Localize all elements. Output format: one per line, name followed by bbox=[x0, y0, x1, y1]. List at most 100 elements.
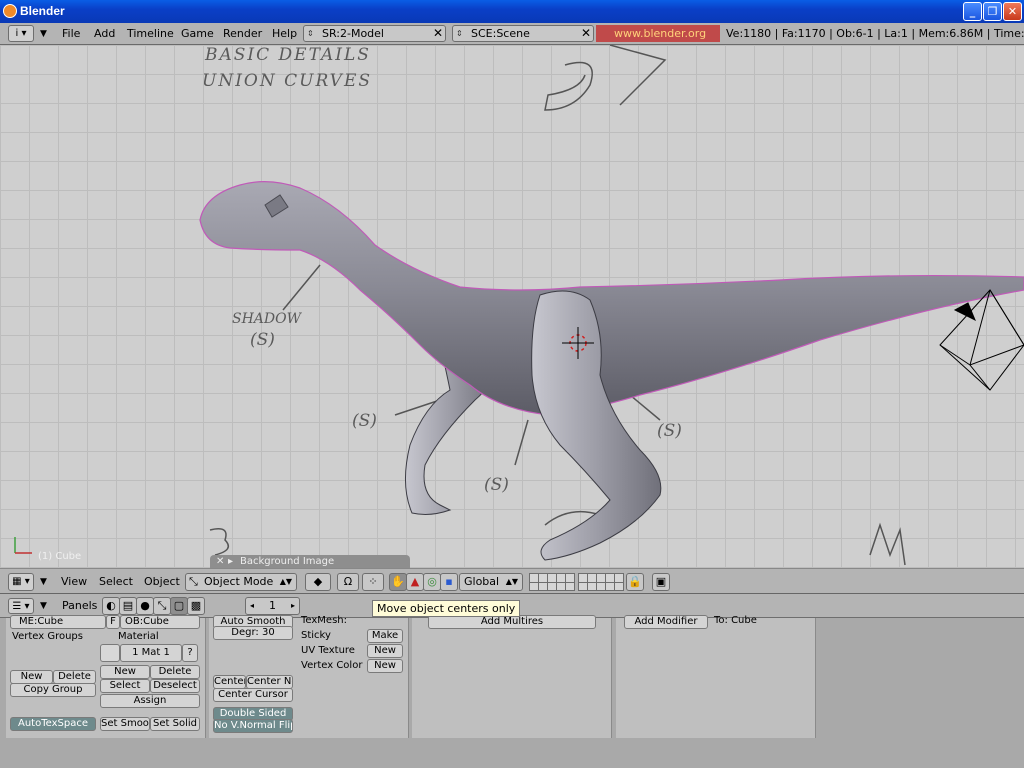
window-title: Blender bbox=[20, 4, 65, 18]
axis-gizmo-icon bbox=[14, 537, 32, 554]
active-object-label: (1) Cube bbox=[38, 551, 82, 562]
menu-help[interactable]: Help bbox=[272, 27, 297, 40]
set-solid-button[interactable]: Set Solid bbox=[150, 717, 200, 731]
vgroup-delete-button[interactable]: Delete bbox=[53, 670, 96, 684]
minimize-button[interactable]: _ bbox=[963, 2, 982, 21]
uv-texture-new-button[interactable]: New bbox=[367, 644, 403, 658]
frame-value: 1 bbox=[269, 599, 276, 612]
sticky-make-button[interactable]: Make bbox=[367, 629, 403, 643]
viewport-scene bbox=[14, 45, 1024, 566]
lock-layers-icon[interactable]: 🔒 bbox=[626, 573, 644, 591]
render-preview-icon[interactable]: ▣ bbox=[652, 573, 670, 591]
fake-user-button[interactable]: F bbox=[106, 615, 120, 629]
collapse-triangle-icon[interactable]: ▼ bbox=[40, 601, 47, 611]
degree-field[interactable]: Degr: 30 bbox=[213, 626, 293, 640]
set-smooth-button[interactable]: Set Smoot bbox=[100, 717, 150, 731]
translate-manipulator-icon[interactable]: ▲ bbox=[406, 573, 424, 591]
script-context-icon[interactable]: ▤ bbox=[119, 597, 137, 615]
screen-name: SR:2-Model bbox=[322, 27, 384, 40]
mesh-name-field[interactable]: ME:Cube bbox=[10, 615, 106, 629]
scene-selector[interactable]: ⇕ SCE:Scene ✕ bbox=[452, 25, 594, 42]
material-new-button[interactable]: New bbox=[100, 665, 150, 679]
info-header: i ▾ ▼ File Add Timeline Game Render Help… bbox=[0, 23, 1024, 57]
menu-object[interactable]: Object bbox=[144, 575, 180, 588]
hand-manipulator-icon[interactable]: ✋ bbox=[389, 573, 407, 591]
menu-timeline[interactable]: Timeline bbox=[127, 27, 174, 40]
menu-view[interactable]: View bbox=[61, 575, 87, 588]
delete-scene-icon[interactable]: ✕ bbox=[581, 26, 591, 41]
dropdown-caret-icon: ▲▼ bbox=[505, 577, 518, 586]
draw-type-icon[interactable]: ◆ bbox=[305, 573, 331, 591]
orientation-value: Global bbox=[464, 575, 500, 588]
object-name-field[interactable]: OB:Cube bbox=[120, 615, 200, 629]
delete-screen-icon[interactable]: ✕ bbox=[433, 26, 443, 41]
background-image-label: Background Image bbox=[240, 556, 335, 567]
screen-selector[interactable]: ⇕ SR:2-Model ✕ bbox=[303, 25, 446, 42]
material-select-button[interactable]: Select bbox=[100, 679, 150, 693]
buttons-window-type-icon[interactable]: ☰ ▾ bbox=[8, 598, 34, 614]
logic-context-icon[interactable]: ◐ bbox=[102, 597, 120, 615]
pivot-options-icon[interactable]: ⁘ bbox=[362, 573, 384, 591]
shading-context-icon[interactable]: ● bbox=[136, 597, 154, 615]
link-materials-panel: ME:Cube F OB:Cube Vertex Groups Material… bbox=[6, 615, 206, 738]
autotexspace-toggle[interactable]: AutoTexSpace bbox=[10, 717, 96, 731]
decrement-arrow-icon[interactable]: ◂ bbox=[250, 598, 254, 614]
object-context-icon[interactable]: ⤡ bbox=[153, 597, 171, 615]
rotate-manipulator-icon[interactable]: ◎ bbox=[423, 573, 441, 591]
material-deselect-button[interactable]: Deselect bbox=[150, 679, 200, 693]
close-button[interactable]: ✕ bbox=[1003, 2, 1022, 21]
close-panel-icon[interactable]: ✕ bbox=[216, 555, 224, 568]
object-mode-icon: ⤡ bbox=[189, 575, 198, 588]
vertex-color-new-button[interactable]: New bbox=[367, 659, 403, 673]
scene-name: SCE:Scene bbox=[471, 27, 530, 40]
raptor-body bbox=[199, 181, 1024, 416]
vgroup-new-button[interactable]: New bbox=[10, 670, 53, 684]
material-label: Material bbox=[118, 631, 159, 642]
collapse-triangle-icon[interactable]: ▼ bbox=[40, 29, 47, 39]
center-new-button[interactable]: Center Ne bbox=[246, 675, 293, 689]
editing-context-icon[interactable]: ▢ bbox=[170, 597, 188, 615]
dropdown-caret-icon: ▲▼ bbox=[279, 577, 292, 586]
menu-file[interactable]: File bbox=[62, 27, 80, 40]
menu-render[interactable]: Render bbox=[223, 27, 262, 40]
scale-manipulator-icon[interactable]: ▪ bbox=[440, 573, 458, 591]
pivot-icon[interactable]: Ω bbox=[337, 573, 359, 591]
collapse-triangle-icon[interactable]: ▼ bbox=[40, 577, 47, 587]
blender-app-icon bbox=[3, 4, 17, 18]
3d-view-header: ▦ ▾ ▼ View Select Object ⤡ Object Mode ▲… bbox=[0, 568, 1024, 594]
blender-url-link[interactable]: www.blender.org 245 bbox=[596, 25, 720, 57]
view-window-type-icon[interactable]: ▦ ▾ bbox=[8, 573, 34, 591]
vertex-color-label: Vertex Color bbox=[301, 660, 363, 671]
menu-select[interactable]: Select bbox=[99, 575, 133, 588]
menu-game[interactable]: Game bbox=[181, 27, 214, 40]
orientation-dropdown[interactable]: Global ▲▼ bbox=[459, 573, 523, 591]
material-index-field[interactable]: 1 Mat 1 bbox=[120, 644, 182, 662]
maximize-button[interactable]: ❐ bbox=[983, 2, 1002, 21]
3d-viewport[interactable]: BASIC DETAILS UNION CURVES SHADOW (S) (S… bbox=[0, 45, 1024, 568]
add-multires-button[interactable]: Add Multires bbox=[428, 615, 596, 629]
buttons-area: ME:Cube F OB:Cube Vertex Groups Material… bbox=[0, 615, 1024, 768]
material-color-swatch[interactable] bbox=[100, 644, 120, 662]
material-delete-button[interactable]: Delete bbox=[150, 665, 200, 679]
info-window-type-icon[interactable]: i ▾ bbox=[8, 25, 34, 42]
center-button[interactable]: Center bbox=[213, 675, 246, 689]
no-vnormal-flip-toggle[interactable]: No V.Normal Flip bbox=[213, 719, 293, 733]
add-modifier-button[interactable]: Add Modifier bbox=[624, 615, 708, 629]
expand-triangle-icon[interactable]: ▸ bbox=[228, 555, 233, 568]
menu-add[interactable]: Add bbox=[94, 27, 115, 40]
uv-texture-label: UV Texture bbox=[301, 645, 355, 656]
scene-context-icon[interactable]: ▩ bbox=[187, 597, 205, 615]
mode-dropdown[interactable]: ⤡ Object Mode ▲▼ bbox=[185, 573, 297, 591]
increment-arrow-icon[interactable]: ▸ bbox=[291, 598, 295, 614]
layer-buttons-right[interactable] bbox=[578, 573, 624, 591]
frame-number-field[interactable]: ◂ 1 ▸ bbox=[245, 597, 300, 615]
layer-buttons-left[interactable] bbox=[529, 573, 575, 591]
material-assign-button[interactable]: Assign bbox=[100, 694, 200, 708]
mode-value: Object Mode bbox=[204, 575, 274, 588]
scene-stats: Ve:1180 | Fa:1170 | Ob:6-1 | La:1 | Mem:… bbox=[726, 27, 1024, 40]
center-cursor-button[interactable]: Center Cursor bbox=[213, 688, 293, 702]
material-help-button[interactable]: ? bbox=[182, 644, 198, 662]
copy-group-button[interactable]: Copy Group bbox=[10, 683, 96, 697]
background-image-panel-tab[interactable]: ✕ ▸ Background Image bbox=[210, 555, 410, 568]
vertex-groups-label: Vertex Groups bbox=[12, 631, 83, 642]
